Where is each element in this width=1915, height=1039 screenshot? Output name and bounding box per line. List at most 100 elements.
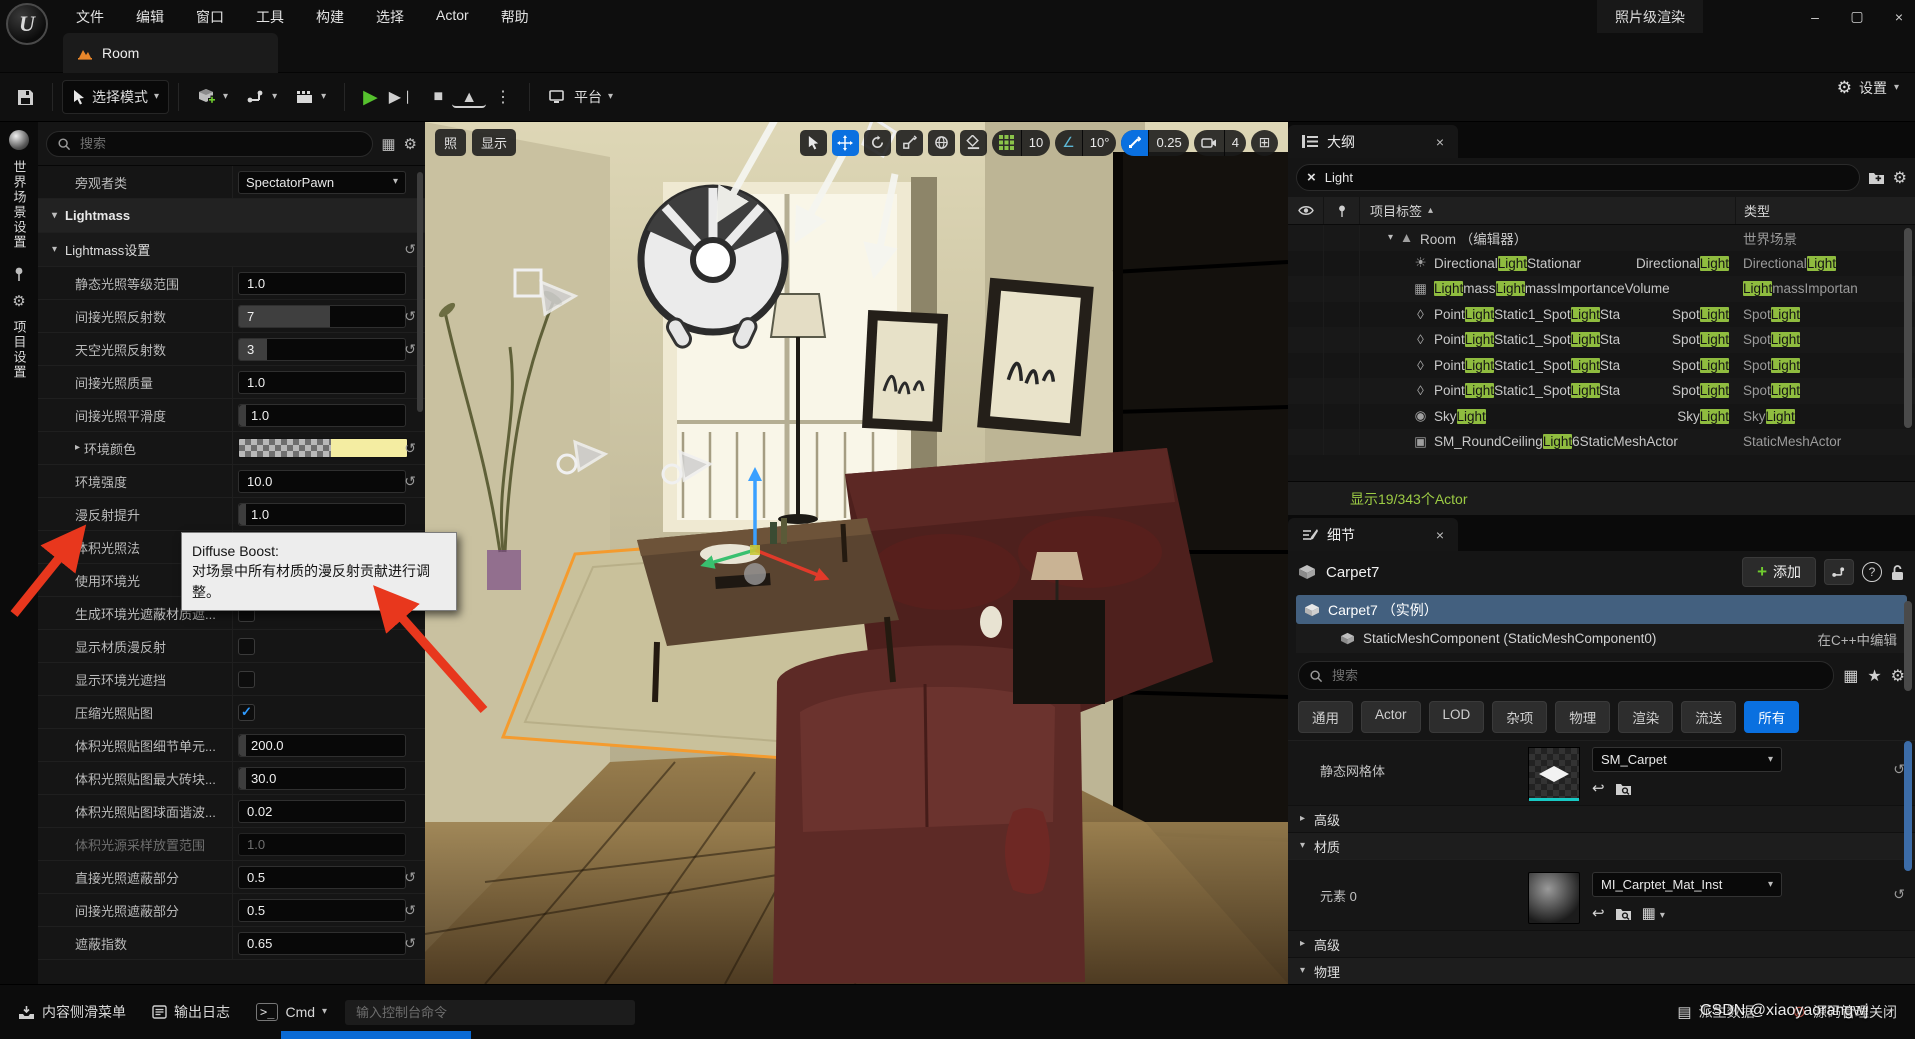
setting-value[interactable]: 30.0	[232, 762, 425, 794]
content-drawer-button[interactable]: 内容侧滑菜单	[10, 998, 134, 1026]
rotation-snap-control[interactable]: ∠ 10°	[1055, 130, 1116, 156]
reset-icon[interactable]: ↺	[404, 341, 416, 358]
setting-value[interactable]: 0.65	[232, 927, 425, 959]
scrollbar-thumb[interactable]	[1904, 601, 1912, 691]
pin-cell[interactable]	[1324, 378, 1360, 404]
eject-button[interactable]: ▲	[452, 86, 486, 109]
use-selected-asset-icon[interactable]: ↩	[1592, 779, 1605, 797]
menu-item[interactable]: 帮助	[489, 3, 541, 31]
settings-section-header[interactable]: ▾Lightmass设置↺	[38, 233, 425, 267]
settings-row[interactable]: 静态光照等级范围1.0	[38, 267, 425, 300]
project-settings-icon[interactable]: ⚙	[12, 292, 25, 310]
number-input[interactable]: 0.5	[238, 899, 406, 922]
visibility-cell[interactable]	[1288, 225, 1324, 251]
blueprints-dropdown[interactable]: ▾	[237, 83, 286, 111]
menu-item[interactable]: 工具	[244, 3, 296, 31]
close-tab-icon[interactable]: ×	[1436, 527, 1444, 543]
advanced-section[interactable]: ▸ 高级	[1288, 805, 1915, 832]
settings-row[interactable]: 显示环境光遮挡	[38, 663, 425, 696]
pin-cell[interactable]	[1324, 251, 1360, 277]
setting-value[interactable]: 7	[232, 300, 425, 332]
settings-row[interactable]: 天空光照反射数3↺	[38, 333, 425, 366]
pin-cell[interactable]	[1324, 429, 1360, 455]
show-flags-button[interactable]: 显示	[472, 129, 516, 156]
slider-input[interactable]: 3	[238, 338, 406, 361]
surface-snapping-button[interactable]	[960, 130, 987, 156]
number-input[interactable]: 1.0	[238, 272, 406, 295]
dropdown[interactable]: SpectatorPawn▾	[238, 171, 406, 194]
scrollbar-thumb[interactable]	[1904, 228, 1912, 428]
unreal-logo-icon[interactable]: U	[6, 3, 48, 45]
filter-chip-通用[interactable]: 通用	[1298, 701, 1353, 733]
browse-to-asset-icon[interactable]	[1615, 906, 1632, 921]
menu-item[interactable]: 编辑	[124, 3, 176, 31]
move-tool-button[interactable]	[832, 130, 859, 156]
visibility-cell[interactable]	[1288, 404, 1324, 430]
filter-chip-Actor[interactable]: Actor	[1361, 701, 1421, 733]
reset-icon[interactable]: ↺	[404, 440, 416, 457]
play-options-icon[interactable]: ⋮	[486, 81, 520, 113]
grid-view-icon[interactable]: ▦	[381, 135, 395, 153]
platforms-dropdown[interactable]: 平台 ▾	[539, 81, 622, 113]
world-icon[interactable]	[9, 130, 29, 150]
reset-icon[interactable]: ↺	[404, 902, 416, 919]
play-button[interactable]: ▶	[354, 80, 387, 115]
checkbox[interactable]	[238, 671, 255, 688]
setting-value[interactable]	[232, 663, 425, 695]
visibility-cell[interactable]	[1288, 251, 1324, 277]
outliner-row[interactable]: ▣SM_RoundCeilingLight6StaticMeshActorSta…	[1288, 429, 1915, 455]
filter-chip-LOD[interactable]: LOD	[1429, 701, 1485, 733]
filter-chip-流送[interactable]: 流送	[1681, 701, 1736, 733]
number-input[interactable]: 0.65	[238, 932, 406, 955]
display-options-icon[interactable]: ▦	[1843, 666, 1858, 686]
setting-value[interactable]: 10.0	[232, 465, 425, 497]
scale-tool-button[interactable]	[896, 130, 923, 156]
skip-frame-button[interactable]: ▶▏	[387, 81, 425, 113]
settings-section-header[interactable]: ▾Lightmass	[38, 199, 425, 233]
visibility-cell[interactable]	[1288, 353, 1324, 379]
setting-value[interactable]: 1.0	[232, 828, 425, 860]
pin-cell[interactable]	[1324, 404, 1360, 430]
settings-row[interactable]: 间接光照遮蔽部分0.5↺	[38, 894, 425, 927]
component-row[interactable]: StaticMeshComponent (StaticMeshComponent…	[1296, 624, 1907, 653]
checkbox[interactable]: ✓	[238, 704, 255, 721]
expander-icon[interactable]: ▾	[1388, 233, 1393, 243]
blueprint-script-button[interactable]	[1824, 559, 1854, 585]
pin-cell[interactable]	[1324, 276, 1360, 302]
settings-row[interactable]: 旁观者类SpectatorPawn▾	[38, 166, 425, 199]
visibility-cell[interactable]	[1288, 302, 1324, 328]
setting-value[interactable]: 1.0	[232, 366, 425, 398]
slider-input[interactable]: 7	[238, 305, 406, 328]
visibility-cell[interactable]	[1288, 276, 1324, 302]
select-mode-dropdown[interactable]: 选择模式 ▾	[62, 80, 169, 114]
outliner-row[interactable]: ▦LightmassLightmassImportanceVolumeLight…	[1288, 276, 1915, 302]
number-input[interactable]: 1.0	[238, 833, 406, 856]
physics-section[interactable]: ▾ 物理	[1288, 957, 1915, 984]
expander-icon[interactable]: ▾	[52, 245, 57, 255]
use-selected-asset-icon[interactable]: ↩	[1592, 904, 1605, 922]
scrollbar-thumb[interactable]	[1904, 741, 1912, 871]
setting-value[interactable]: 0.5	[232, 861, 425, 893]
static-mesh-dropdown[interactable]: SM_Carpet ▾	[1592, 747, 1782, 772]
settings-row[interactable]: 体积光照贴图球面谐波...0.02	[38, 795, 425, 828]
material-dropdown[interactable]: MI_Carptet_Mat_Inst ▾	[1592, 872, 1782, 897]
grid-snap-control[interactable]: 10	[992, 130, 1050, 156]
pin-cell[interactable]	[1324, 327, 1360, 353]
unlock-icon[interactable]	[1890, 564, 1905, 581]
menu-item[interactable]: 文件	[64, 3, 116, 31]
reset-icon[interactable]: ↺	[404, 935, 416, 952]
filter-chip-渲染[interactable]: 渲染	[1618, 701, 1673, 733]
visibility-cell[interactable]	[1288, 429, 1324, 455]
setting-value[interactable]: 1.0	[232, 399, 425, 431]
menu-item[interactable]: 构建	[304, 3, 356, 31]
output-log-button[interactable]: 输出日志	[144, 998, 238, 1026]
outliner-search-input[interactable]: ×	[1296, 164, 1860, 191]
number-input[interactable]: 0.02	[238, 800, 406, 823]
settings-row[interactable]: 压缩光照贴图✓	[38, 696, 425, 729]
instance-row[interactable]: Carpet7 （实例）	[1296, 595, 1907, 624]
rotate-tool-button[interactable]	[864, 130, 891, 156]
settings-row[interactable]: 体积光源采样放置范围1.0	[38, 828, 425, 861]
static-mesh-thumbnail[interactable]	[1528, 747, 1580, 799]
settings-row[interactable]: 遮蔽指数0.65↺	[38, 927, 425, 960]
tab-details[interactable]: 细节 ×	[1288, 518, 1458, 551]
